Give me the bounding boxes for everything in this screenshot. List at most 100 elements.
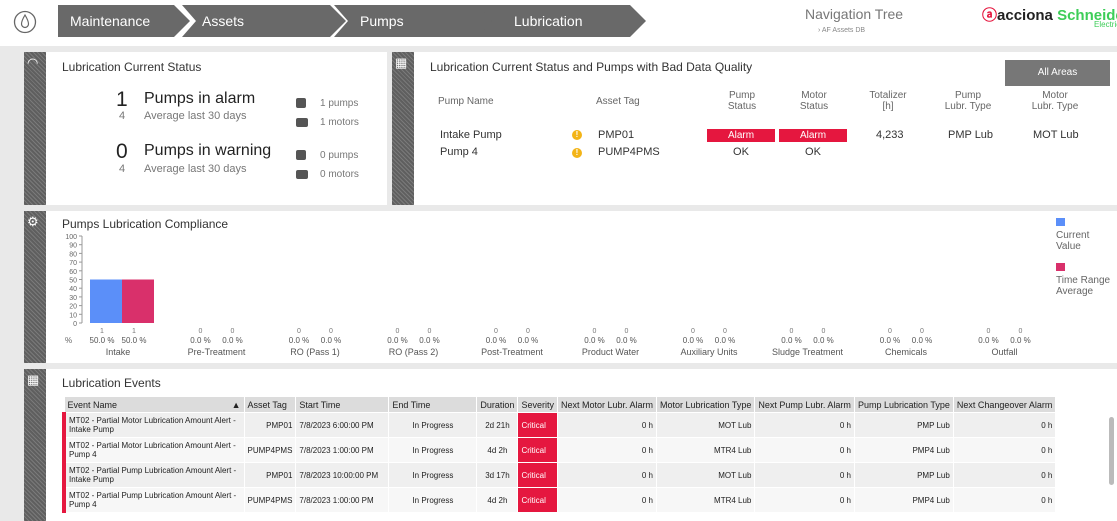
category-label: Post-Treatment [481,347,543,357]
legend-current[interactable]: Current Value [1056,230,1089,252]
table-row[interactable]: MT02 - Partial Motor Lubrication Amount … [62,412,1057,438]
legend-swatch [1056,263,1065,271]
warning-icon: ! [572,148,582,158]
col-asset-tag[interactable]: Asset Tag [596,96,640,107]
panel-sidebar: ◠ [24,52,46,205]
count-label: 0 [920,328,924,335]
col-next-motor-alarm[interactable]: Next Motor Lubr. Alarm [556,396,658,413]
value-label: 50.0 % [122,336,147,345]
col-motor-lubr-type[interactable]: Motor Lubrication Type [655,396,756,413]
warning-average: 4 [119,163,126,175]
col-next-changeover-alarm[interactable]: Next Changeover Alarm [952,396,1057,413]
col-pump-name[interactable]: Pump Name [438,96,494,107]
col-pump-status[interactable]: Pump Status [717,90,767,112]
value-label: 0.0 % [321,336,341,345]
nav-title: Navigation Tree [805,6,904,22]
count-label: 0 [822,328,826,335]
compliance-panel: ⚙ Pumps Lubrication Compliance 100 90 80 70… [24,211,1117,363]
panel-sidebar: ⚙ [24,211,46,363]
motor-status-ok: OK [805,146,821,158]
pump-icon [296,150,306,160]
panel-title: Lubrication Current Status [62,60,202,74]
brand-logos: ⓐacciona Schneider Electric [982,4,1117,29]
col-start-time[interactable]: Start Time [295,396,390,413]
warning-icon: ! [572,130,582,140]
table-row[interactable]: MT02 - Partial Motor Lubrication Amount … [62,437,1057,463]
motor-lubr-type: MTR4 Lub [655,437,756,463]
count-label: 0 [790,328,794,335]
category-label: Chemicals [885,347,928,357]
col-totalizer[interactable]: Totalizer [h] [863,90,913,112]
alarm-average-label: Average last 30 days [144,110,247,122]
compliance-chart: 1009080706050403020100%150.0 %150.0 %Int… [65,234,1031,357]
y-tick-label: 40 [69,286,77,293]
panel-sidebar: ▦ [392,52,414,205]
next-pump-alarm: 0 h [754,437,855,463]
col-pump-lubr-type[interactable]: Pump Lubrication Type [853,396,954,413]
bar-average [122,279,154,323]
count-label: 0 [723,328,727,335]
warning-average-label: Average last 30 days [144,163,247,175]
next-changeover-alarm: 0 h [952,487,1057,513]
col-motor-lubr-type[interactable]: Motor Lubr. Type [1024,90,1086,112]
col-pump-lubr-type[interactable]: Pump Lubr. Type [937,90,999,112]
col-asset-tag[interactable]: Asset Tag [243,396,297,413]
pump-lubr-type: PMP4 Lub [853,437,954,463]
bar-current [90,279,122,323]
breadcrumb-assets[interactable]: Assets [182,5,346,37]
y-tick-label: 70 [69,260,77,267]
table-row[interactable]: MT02 - Partial Pump Lubrication Amount A… [62,462,1057,488]
breadcrumb-pumps[interactable]: Pumps [334,5,500,37]
value-label: 0.0 % [289,336,309,345]
count-label: 0 [526,328,530,335]
calendar-icon: ▦ [27,372,40,387]
scrollbar[interactable] [1109,417,1114,485]
panel-title: Pumps Lubrication Compliance [62,217,229,231]
count-label: 1 [100,328,104,335]
pump-lubr-type: PMP Lub [948,129,994,141]
pump-name[interactable]: Intake Pump [440,129,502,141]
breadcrumb-lubrication[interactable]: Lubrication [478,5,646,37]
severity-badge: Critical [517,487,558,513]
navigation-tree[interactable]: Navigation Tree › AF Assets DB [805,6,904,34]
event-name: MT02 - Partial Motor Lubrication Amount … [62,437,245,463]
gear-icon: ⚙ [27,214,39,229]
col-motor-status[interactable]: Motor Status [789,90,839,112]
table-row[interactable]: MT02 - Partial Pump Lubrication Amount A… [62,487,1057,513]
legend-average[interactable]: Time Range Average [1056,275,1110,297]
start-time: 7/8/2023 1:00:00 PM [295,437,390,463]
sort-up-icon[interactable]: ▲ [232,400,241,410]
alarm-count: 1 [116,88,128,111]
warning-label: Pumps in warning [144,142,272,159]
pump-lubr-type: PMP4 Lub [853,487,954,513]
value-label: 0.0 % [419,336,439,345]
y-tick-label: 60 [69,269,77,276]
y-tick-label: 0 [73,321,77,328]
y-tick-label: 50 [69,278,77,285]
next-changeover-alarm: 0 h [952,437,1057,463]
next-motor-alarm: 0 h [556,462,658,488]
col-event-name[interactable]: Event Name ▲ [63,396,245,413]
col-duration[interactable]: Duration [476,396,519,413]
asset-tag: PUMP4PMS [598,146,660,158]
category-label: Product Water [582,347,639,357]
all-areas-button[interactable]: All Areas [1005,60,1110,86]
category-label: Intake [106,347,131,357]
severity-badge: Critical [517,462,558,488]
asset-tag: PUMP4PMS [243,487,297,513]
alarm-label: Pumps in alarm [144,90,256,107]
pump-name[interactable]: Pump 4 [440,146,478,158]
end-time: In Progress [388,412,478,438]
motor-status-alarm: Alarm [779,129,847,142]
count-label: 0 [987,328,991,335]
col-end-time[interactable]: End Time [388,396,478,413]
motor-icon [296,118,308,127]
end-time: In Progress [388,462,478,488]
droplet-icon[interactable] [0,6,50,38]
col-next-pump-alarm[interactable]: Next Pump Lubr. Alarm [754,396,855,413]
col-severity[interactable]: Severity [517,396,558,413]
y-tick-label: 80 [69,251,77,258]
breadcrumb-maintenance[interactable]: Maintenance [58,5,190,37]
calendar-icon: ▦ [395,55,408,70]
motor-lubr-type: MOT Lub [655,412,756,438]
